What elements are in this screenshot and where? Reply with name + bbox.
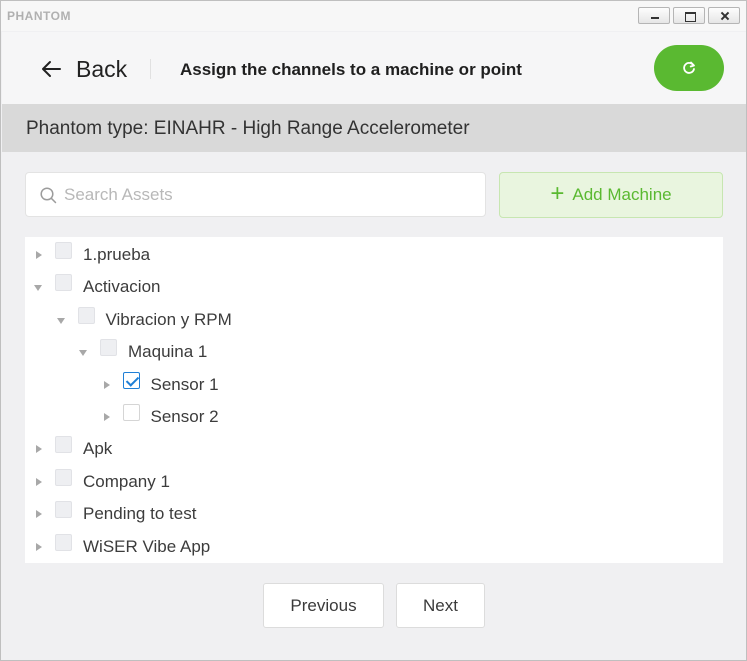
- asset-tree: 1.prueba Activacion Vibracion y RPM Maquina…: [25, 237, 723, 563]
- search-box[interactable]: [25, 172, 486, 217]
- tree-node[interactable]: Company 1: [25, 466, 723, 496]
- tree-node-checkbox[interactable]: [55, 533, 72, 551]
- header-divider: [150, 59, 151, 79]
- tree-node-checkbox[interactable]: [55, 436, 72, 454]
- tree-node-label: 1.prueba: [83, 245, 151, 264]
- next-button[interactable]: Next: [396, 583, 485, 628]
- caret-right-icon[interactable]: [103, 413, 110, 421]
- tree-node[interactable]: Sensor 1: [25, 369, 723, 399]
- arrow-left-icon: [42, 61, 61, 77]
- caret-right-icon[interactable]: [36, 445, 42, 454]
- tree-node-label: Activacion: [83, 277, 161, 297]
- tree-node-checkbox[interactable]: [122, 371, 140, 389]
- tree-node-label: Vibracion y RPM: [105, 309, 232, 329]
- minimize-button[interactable]: [638, 7, 670, 24]
- tree-node[interactable]: Vibracion y RPM: [25, 304, 723, 334]
- tree-node-checkbox[interactable]: [100, 339, 117, 357]
- caret-right-icon[interactable]: [36, 477, 42, 486]
- caret-right-icon[interactable]: [36, 251, 42, 259]
- caret-down-icon[interactable]: [56, 317, 65, 324]
- search-input[interactable]: [64, 181, 474, 209]
- tree-node-checkbox[interactable]: [55, 274, 72, 292]
- plus-icon: +: [550, 180, 565, 207]
- tree-node-checkbox[interactable]: [55, 242, 72, 259]
- tree-node-label: Apk: [83, 439, 113, 459]
- tree-node[interactable]: Sensor 2: [25, 401, 723, 431]
- tree-node[interactable]: Apk: [25, 433, 723, 463]
- close-button[interactable]: [708, 7, 740, 24]
- caret-down-icon[interactable]: [34, 285, 42, 292]
- tree-node-checkbox[interactable]: [122, 404, 140, 421]
- tree-node-checkbox[interactable]: [77, 306, 95, 324]
- page-title: Assign the channels to a machine or poin…: [180, 60, 522, 79]
- tree-node-label: Sensor 2: [150, 407, 219, 426]
- back-button[interactable]: Back: [40, 54, 127, 84]
- app-window: PHANTOM Back Assign the channels to a ma…: [0, 0, 747, 661]
- maximize-icon: [674, 8, 704, 23]
- search-icon: [40, 187, 57, 204]
- caret-down-icon[interactable]: [79, 350, 87, 357]
- add-machine-label: Add Machine: [572, 185, 672, 204]
- tree-node-label: Maquina 1: [128, 342, 208, 362]
- maximize-button[interactable]: [673, 7, 705, 24]
- refresh-icon: [683, 61, 695, 74]
- page-header: Back Assign the channels to a machine or…: [2, 32, 746, 104]
- tree-node-checkbox[interactable]: [55, 501, 72, 519]
- tree-node-checkbox[interactable]: [55, 468, 72, 486]
- tree-node-label: WiSER Vibe App: [83, 536, 211, 556]
- caret-right-icon[interactable]: [36, 510, 42, 519]
- caret-right-icon[interactable]: [36, 542, 42, 551]
- phantom-type-bar: Phantom type: EINAHR - High Range Accele…: [2, 104, 746, 152]
- tree-node[interactable]: WiSER Vibe App: [25, 531, 723, 561]
- tree-node-label: Company 1: [83, 471, 170, 491]
- minimize-icon: [639, 8, 669, 23]
- close-icon: [709, 8, 739, 23]
- tree-node[interactable]: Activacion: [25, 271, 723, 301]
- phantom-type-label: Phantom type: EINAHR - High Range Accele…: [26, 118, 470, 139]
- title-bar[interactable]: PHANTOM: [1, 1, 746, 31]
- caret-right-icon[interactable]: [103, 380, 110, 389]
- refresh-button[interactable]: [654, 45, 724, 91]
- window-title: PHANTOM: [7, 9, 71, 23]
- tree-node-label: Pending to test: [83, 504, 197, 524]
- tree-node[interactable]: Pending to test: [25, 498, 723, 528]
- previous-button[interactable]: Previous: [263, 583, 384, 628]
- tree-node[interactable]: Maquina 1: [25, 336, 723, 366]
- add-machine-button[interactable]: + Add Machine: [499, 172, 723, 218]
- tree-node[interactable]: 1.prueba: [25, 239, 723, 269]
- back-label: Back: [76, 55, 128, 82]
- tree-node-label: Sensor 1: [150, 374, 219, 394]
